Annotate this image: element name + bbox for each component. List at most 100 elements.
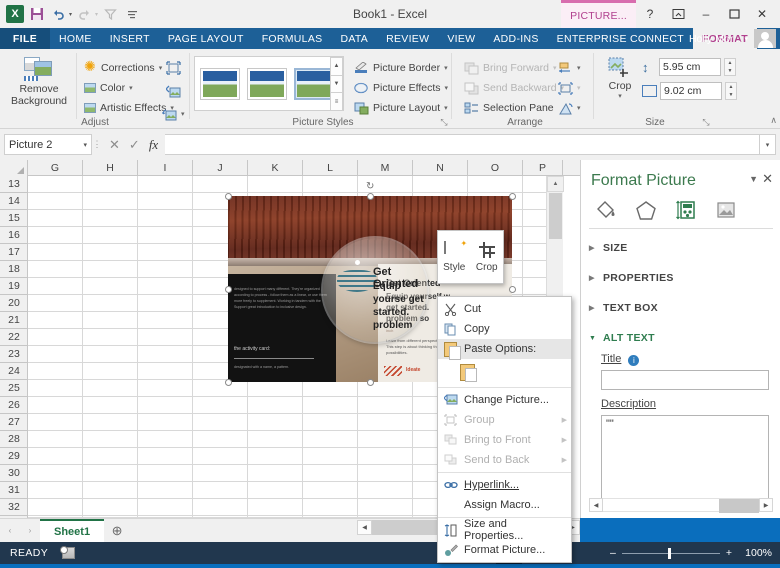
- group-objects-dropdown-icon[interactable]: ▾: [577, 84, 581, 92]
- name-box-dropdown-icon[interactable]: ▾: [83, 141, 87, 149]
- row-header-27[interactable]: 27: [0, 414, 28, 431]
- menu-item-change-picture[interactable]: Change Picture...: [438, 390, 571, 410]
- column-header-P[interactable]: P: [523, 160, 563, 176]
- column-header-H[interactable]: H: [83, 160, 138, 176]
- row-header-15[interactable]: 15: [0, 210, 28, 227]
- picture-styles-dialog-launcher[interactable]: ⤡: [439, 117, 449, 127]
- group-objects-button[interactable]: ▾: [556, 78, 583, 98]
- tab-page-layout[interactable]: PAGE LAYOUT: [159, 28, 253, 49]
- picture-style-thumb-3[interactable]: [294, 67, 334, 100]
- picture-effects-button[interactable]: Picture Effects ▾: [352, 78, 450, 98]
- tab-view[interactable]: VIEW: [438, 28, 484, 49]
- scroll-left-button[interactable]: ◀: [357, 520, 372, 535]
- rotate-button[interactable]: ▾: [556, 98, 583, 118]
- column-header-O[interactable]: O: [468, 160, 523, 176]
- bring-forward-button[interactable]: Bring Forward ▾: [462, 58, 566, 78]
- remove-background-button[interactable]: Remove Background: [8, 55, 70, 107]
- insert-function-button[interactable]: fx: [149, 137, 158, 153]
- zoom-in-button[interactable]: +: [726, 547, 732, 559]
- row-header-22[interactable]: 22: [0, 329, 28, 346]
- zoom-level-label[interactable]: 100%: [738, 547, 772, 559]
- picture-layout-button[interactable]: Picture Layout ▾: [352, 98, 450, 118]
- shape-height-spinner[interactable]: ▲ ▼: [724, 58, 736, 76]
- pane-scroll-track[interactable]: [603, 498, 759, 513]
- picture-styles-gallery[interactable]: [194, 56, 344, 111]
- pane-tab-effects[interactable]: [629, 197, 663, 223]
- formula-input[interactable]: [165, 134, 760, 155]
- pane-horizontal-scrollbar[interactable]: ◀ ▶: [589, 498, 773, 513]
- pane-section-size[interactable]: ▶ SIZE: [589, 240, 628, 256]
- gallery-more[interactable]: ≡: [330, 92, 343, 112]
- tab-file[interactable]: FILE: [0, 28, 50, 49]
- shape-height-input[interactable]: 5.95 cm: [659, 58, 721, 76]
- row-header-25[interactable]: 25: [0, 380, 28, 397]
- row-header-31[interactable]: 31: [0, 482, 28, 499]
- shape-width-input[interactable]: 9.02 cm: [660, 82, 722, 100]
- select-all-corner[interactable]: [0, 160, 28, 176]
- pane-scroll-right-button[interactable]: ▶: [759, 498, 773, 512]
- menu-item-size-and-properties[interactable]: Size and Properties...: [438, 518, 571, 542]
- alt-text-title-input[interactable]: [601, 370, 769, 390]
- menu-item-assign-macro[interactable]: Assign Macro...: [438, 495, 571, 515]
- name-box[interactable]: Picture 2 ▾: [4, 134, 92, 155]
- pane-tab-picture[interactable]: [709, 197, 743, 223]
- tab-home[interactable]: HOME: [50, 28, 101, 49]
- change-picture-button[interactable]: [160, 81, 187, 101]
- sheet-tab-sheet1[interactable]: Sheet1: [40, 519, 105, 542]
- menu-item-bring-to-front[interactable]: Bring to Front ▶: [438, 430, 571, 450]
- tab-enterprise-connect[interactable]: ENTERPRISE CONNECT: [548, 28, 693, 49]
- tab-review[interactable]: REVIEW: [377, 28, 438, 49]
- record-macro-icon[interactable]: [60, 546, 76, 559]
- minimize-button[interactable]: –: [692, 0, 720, 28]
- account-dropdown-icon[interactable]: ▾: [744, 35, 748, 43]
- column-header-N[interactable]: N: [413, 160, 468, 176]
- help-button[interactable]: ?: [636, 0, 664, 28]
- rotate-dropdown-icon[interactable]: ▾: [577, 104, 581, 112]
- pane-scroll-left-button[interactable]: ◀: [589, 498, 603, 512]
- menu-item-group[interactable]: Group ▶: [438, 410, 571, 430]
- pane-tab-fill-line[interactable]: [589, 197, 623, 223]
- align-button[interactable]: ▾: [556, 58, 583, 78]
- menu-item-copy[interactable]: Copy: [438, 319, 571, 339]
- previous-sheet-button[interactable]: ‹: [0, 519, 20, 543]
- row-header-19[interactable]: 19: [0, 278, 28, 295]
- paste-keep-source-formatting-icon[interactable]: [460, 363, 477, 382]
- compress-pictures-button[interactable]: [160, 58, 187, 78]
- alt-text-description-input[interactable]: "": [601, 415, 769, 509]
- align-dropdown-icon[interactable]: ▾: [577, 64, 581, 72]
- pane-tab-size-properties[interactable]: [669, 197, 703, 232]
- menu-item-format-picture[interactable]: Format Picture...: [438, 540, 571, 560]
- selection-pane-button[interactable]: Selection Pane: [462, 98, 566, 118]
- row-header-21[interactable]: 21: [0, 312, 28, 329]
- picture-border-button[interactable]: Picture Border ▾: [352, 58, 450, 78]
- collapse-ribbon-button[interactable]: ∧: [770, 115, 777, 126]
- menu-item-cut[interactable]: Cut: [438, 299, 571, 319]
- row-header-16[interactable]: 16: [0, 227, 28, 244]
- color-dropdown-icon[interactable]: ▾: [129, 84, 133, 92]
- zoom-slider[interactable]: [621, 542, 720, 564]
- row-header-13[interactable]: 13: [0, 176, 28, 193]
- menu-item-paste-options[interactable]: Paste Options:: [438, 339, 571, 360]
- enter-formula-button[interactable]: ✓: [129, 137, 140, 153]
- mini-crop-button[interactable]: Crop: [471, 231, 504, 283]
- next-sheet-button[interactable]: ›: [20, 519, 40, 543]
- picture-effects-dropdown-icon[interactable]: ▾: [445, 84, 449, 92]
- shape-width-spinner[interactable]: ▲ ▼: [725, 82, 737, 100]
- vertical-scroll-thumb[interactable]: [549, 193, 562, 239]
- scroll-up-button[interactable]: ▲: [547, 176, 564, 192]
- gallery-scroll-up[interactable]: ▲: [330, 57, 343, 76]
- pane-close-icon[interactable]: ✕: [762, 171, 773, 187]
- picture-border-dropdown-icon[interactable]: ▾: [444, 64, 448, 72]
- cancel-formula-button[interactable]: ✕: [109, 137, 120, 153]
- tab-formulas[interactable]: FORMULAS: [253, 28, 332, 49]
- size-dialog-launcher[interactable]: ⤡: [701, 117, 711, 127]
- info-icon[interactable]: i: [628, 355, 640, 366]
- row-header-18[interactable]: 18: [0, 261, 28, 278]
- avatar[interactable]: [754, 29, 776, 48]
- tab-data[interactable]: DATA: [331, 28, 377, 49]
- pane-options-icon[interactable]: ▼: [749, 174, 758, 184]
- row-header-30[interactable]: 30: [0, 465, 28, 482]
- zoom-out-button[interactable]: –: [610, 547, 616, 559]
- row-header-14[interactable]: 14: [0, 193, 28, 210]
- pane-section-text-box[interactable]: ▶ TEXT BOX: [589, 300, 658, 316]
